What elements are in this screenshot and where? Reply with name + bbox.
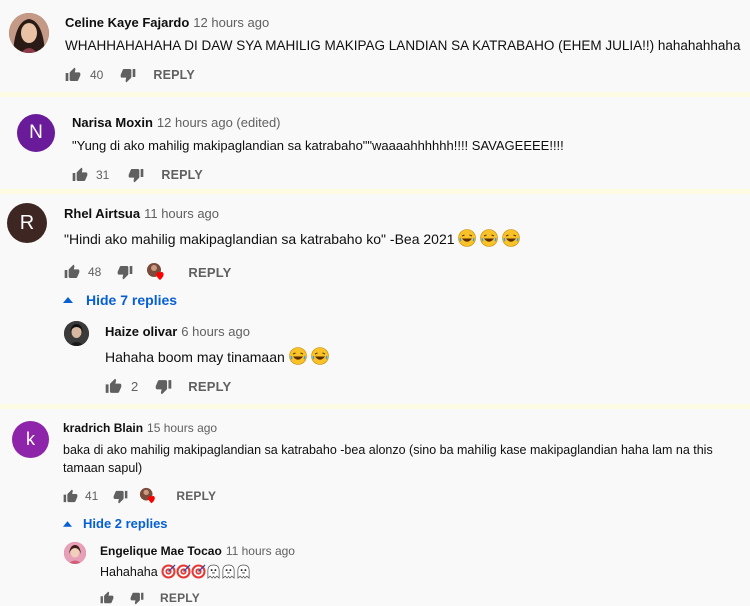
comment-timestamp[interactable]: 11 hours ago: [226, 544, 295, 558]
like-count: 40: [90, 68, 104, 82]
reply-button[interactable]: REPLY: [160, 591, 200, 605]
comment-author[interactable]: Haize olivar 6 hours ago: [105, 324, 250, 339]
laughing-emoji: [458, 229, 477, 247]
thumbs-down-icon[interactable]: [117, 264, 133, 280]
reply-button[interactable]: REPLY: [188, 379, 231, 394]
avatar[interactable]: [9, 13, 49, 53]
author-name[interactable]: Engelique Mae Tocao: [100, 544, 222, 558]
ghost-emoji: [206, 564, 221, 579]
avatar[interactable]: k: [12, 421, 49, 458]
ghost-emoji: [236, 564, 251, 579]
thumbs-down-icon[interactable]: [113, 489, 128, 504]
laughing-emoji: [288, 347, 307, 365]
comment-timestamp[interactable]: 12 hours ago (edited): [157, 115, 281, 130]
comment-text: tamaan sapul): [63, 461, 143, 475]
profile-photo-icon: [9, 13, 49, 53]
like-count: 31: [96, 168, 110, 182]
reply-button[interactable]: REPLY: [176, 489, 216, 503]
laughing-emoji: [502, 229, 520, 247]
comment-text: Hahahaha: [100, 564, 251, 579]
thumbs-up-icon[interactable]: [65, 67, 81, 83]
comment-timestamp[interactable]: 12 hours ago: [193, 15, 269, 30]
author-name[interactable]: Celine Kaye Fajardo: [65, 15, 189, 30]
bullseye-emoji: [161, 564, 176, 579]
comment-text: WHAHHAHAHAHA DI DAW SYA MAHILIG MAKIPAG …: [65, 38, 741, 53]
laughing-emoji: [310, 347, 329, 365]
chevron-up-icon: [63, 297, 73, 303]
comment-text-body: "Hindi ako mahilig makipaglandian sa kat…: [64, 231, 455, 247]
comment-text: Hahaha boom may tinamaan: [105, 347, 329, 365]
comment-actions: 48 REPLY: [64, 262, 232, 282]
comment-actions: 40 REPLY: [65, 66, 195, 84]
thumbs-down-icon[interactable]: [128, 167, 144, 183]
avatar-letter: k: [26, 429, 35, 449]
comment-timestamp[interactable]: 6 hours ago: [181, 324, 250, 339]
chevron-up-icon: [63, 520, 72, 527]
hide-replies-toggle[interactable]: Hide 2 replies: [63, 516, 168, 531]
avatar[interactable]: [64, 321, 89, 346]
comment-timestamp[interactable]: 11 hours ago: [144, 206, 219, 221]
comment-text: "Hindi ako mahilig makipaglandian sa kat…: [64, 229, 520, 247]
avatar-letter: R: [19, 211, 35, 234]
comment-text: baka di ako mahilig makipaglandian sa ka…: [63, 443, 713, 457]
author-name[interactable]: Narisa Moxin: [72, 115, 153, 130]
comment-timestamp[interactable]: 15 hours ago: [147, 421, 217, 435]
author-name[interactable]: Rhel Airtsua: [64, 206, 140, 221]
comment-actions: REPLY: [100, 590, 200, 606]
comment-author[interactable]: Rhel Airtsua 11 hours ago: [64, 206, 219, 221]
toggle-label[interactable]: Hide 2 replies: [83, 516, 168, 531]
thumbs-down-icon[interactable]: [155, 378, 172, 395]
comment-author[interactable]: Narisa Moxin 12 hours ago (edited): [72, 115, 281, 130]
reply-button[interactable]: REPLY: [153, 68, 195, 82]
avatar-letter: N: [29, 122, 43, 143]
thumbs-up-icon[interactable]: [64, 264, 80, 280]
author-name[interactable]: kradrich Blain: [63, 421, 143, 435]
comment-author[interactable]: Engelique Mae Tocao 11 hours ago: [100, 544, 295, 558]
comment-thread: N Narisa Moxin 12 hours ago (edited) "Yun…: [0, 97, 750, 189]
bullseye-emoji: [176, 564, 191, 579]
toggle-label[interactable]: Hide 7 replies: [86, 292, 177, 308]
comment-actions: 31 REPLY: [72, 166, 203, 184]
comment-actions: 2 REPLY: [105, 377, 231, 395]
comment-thread: R Rhel Airtsua 11 hours ago "Hindi ako ma…: [0, 194, 750, 404]
thumbs-up-icon[interactable]: [105, 378, 122, 395]
creator-heart-icon: [145, 262, 167, 282]
like-count: 2: [131, 378, 139, 394]
profile-photo-icon: [64, 321, 89, 346]
thumbs-down-icon[interactable]: [120, 67, 136, 83]
comment-text-body: Hahahaha: [100, 565, 158, 579]
like-count: 48: [88, 265, 102, 279]
comment-author[interactable]: Celine Kaye Fajardo 12 hours ago: [65, 15, 269, 30]
reply-button[interactable]: REPLY: [188, 265, 231, 280]
laughing-emoji: [480, 229, 499, 247]
bullseye-emoji: [191, 564, 206, 579]
profile-photo-icon: [64, 542, 86, 564]
thumbs-up-icon[interactable]: [72, 167, 88, 183]
comment-text-body: Hahaha boom may tinamaan: [105, 349, 285, 365]
reply-button[interactable]: REPLY: [161, 168, 203, 182]
author-name[interactable]: Haize olivar: [105, 324, 177, 339]
comment-thread: k kradrich Blain 15 hours ago baka di ako…: [0, 409, 750, 606]
creator-heart-icon: [138, 487, 158, 505]
comment-text: "Yung di ako mahilig makipaglandian sa k…: [72, 138, 564, 153]
avatar[interactable]: R: [7, 203, 47, 243]
thumbs-up-icon[interactable]: [63, 489, 78, 504]
hide-replies-toggle[interactable]: Hide 7 replies: [63, 292, 177, 308]
comment-author[interactable]: kradrich Blain 15 hours ago: [63, 421, 217, 435]
avatar[interactable]: N: [17, 114, 55, 152]
thumbs-down-icon[interactable]: [130, 591, 144, 605]
comment-thread: Celine Kaye Fajardo 12 hours ago WHAHHAHA…: [0, 0, 750, 92]
like-count: 41: [85, 489, 99, 503]
avatar[interactable]: [64, 542, 86, 564]
comment-actions: 41 REPLY: [63, 487, 216, 505]
ghost-emoji: [221, 564, 236, 579]
thumbs-up-icon[interactable]: [100, 591, 114, 605]
